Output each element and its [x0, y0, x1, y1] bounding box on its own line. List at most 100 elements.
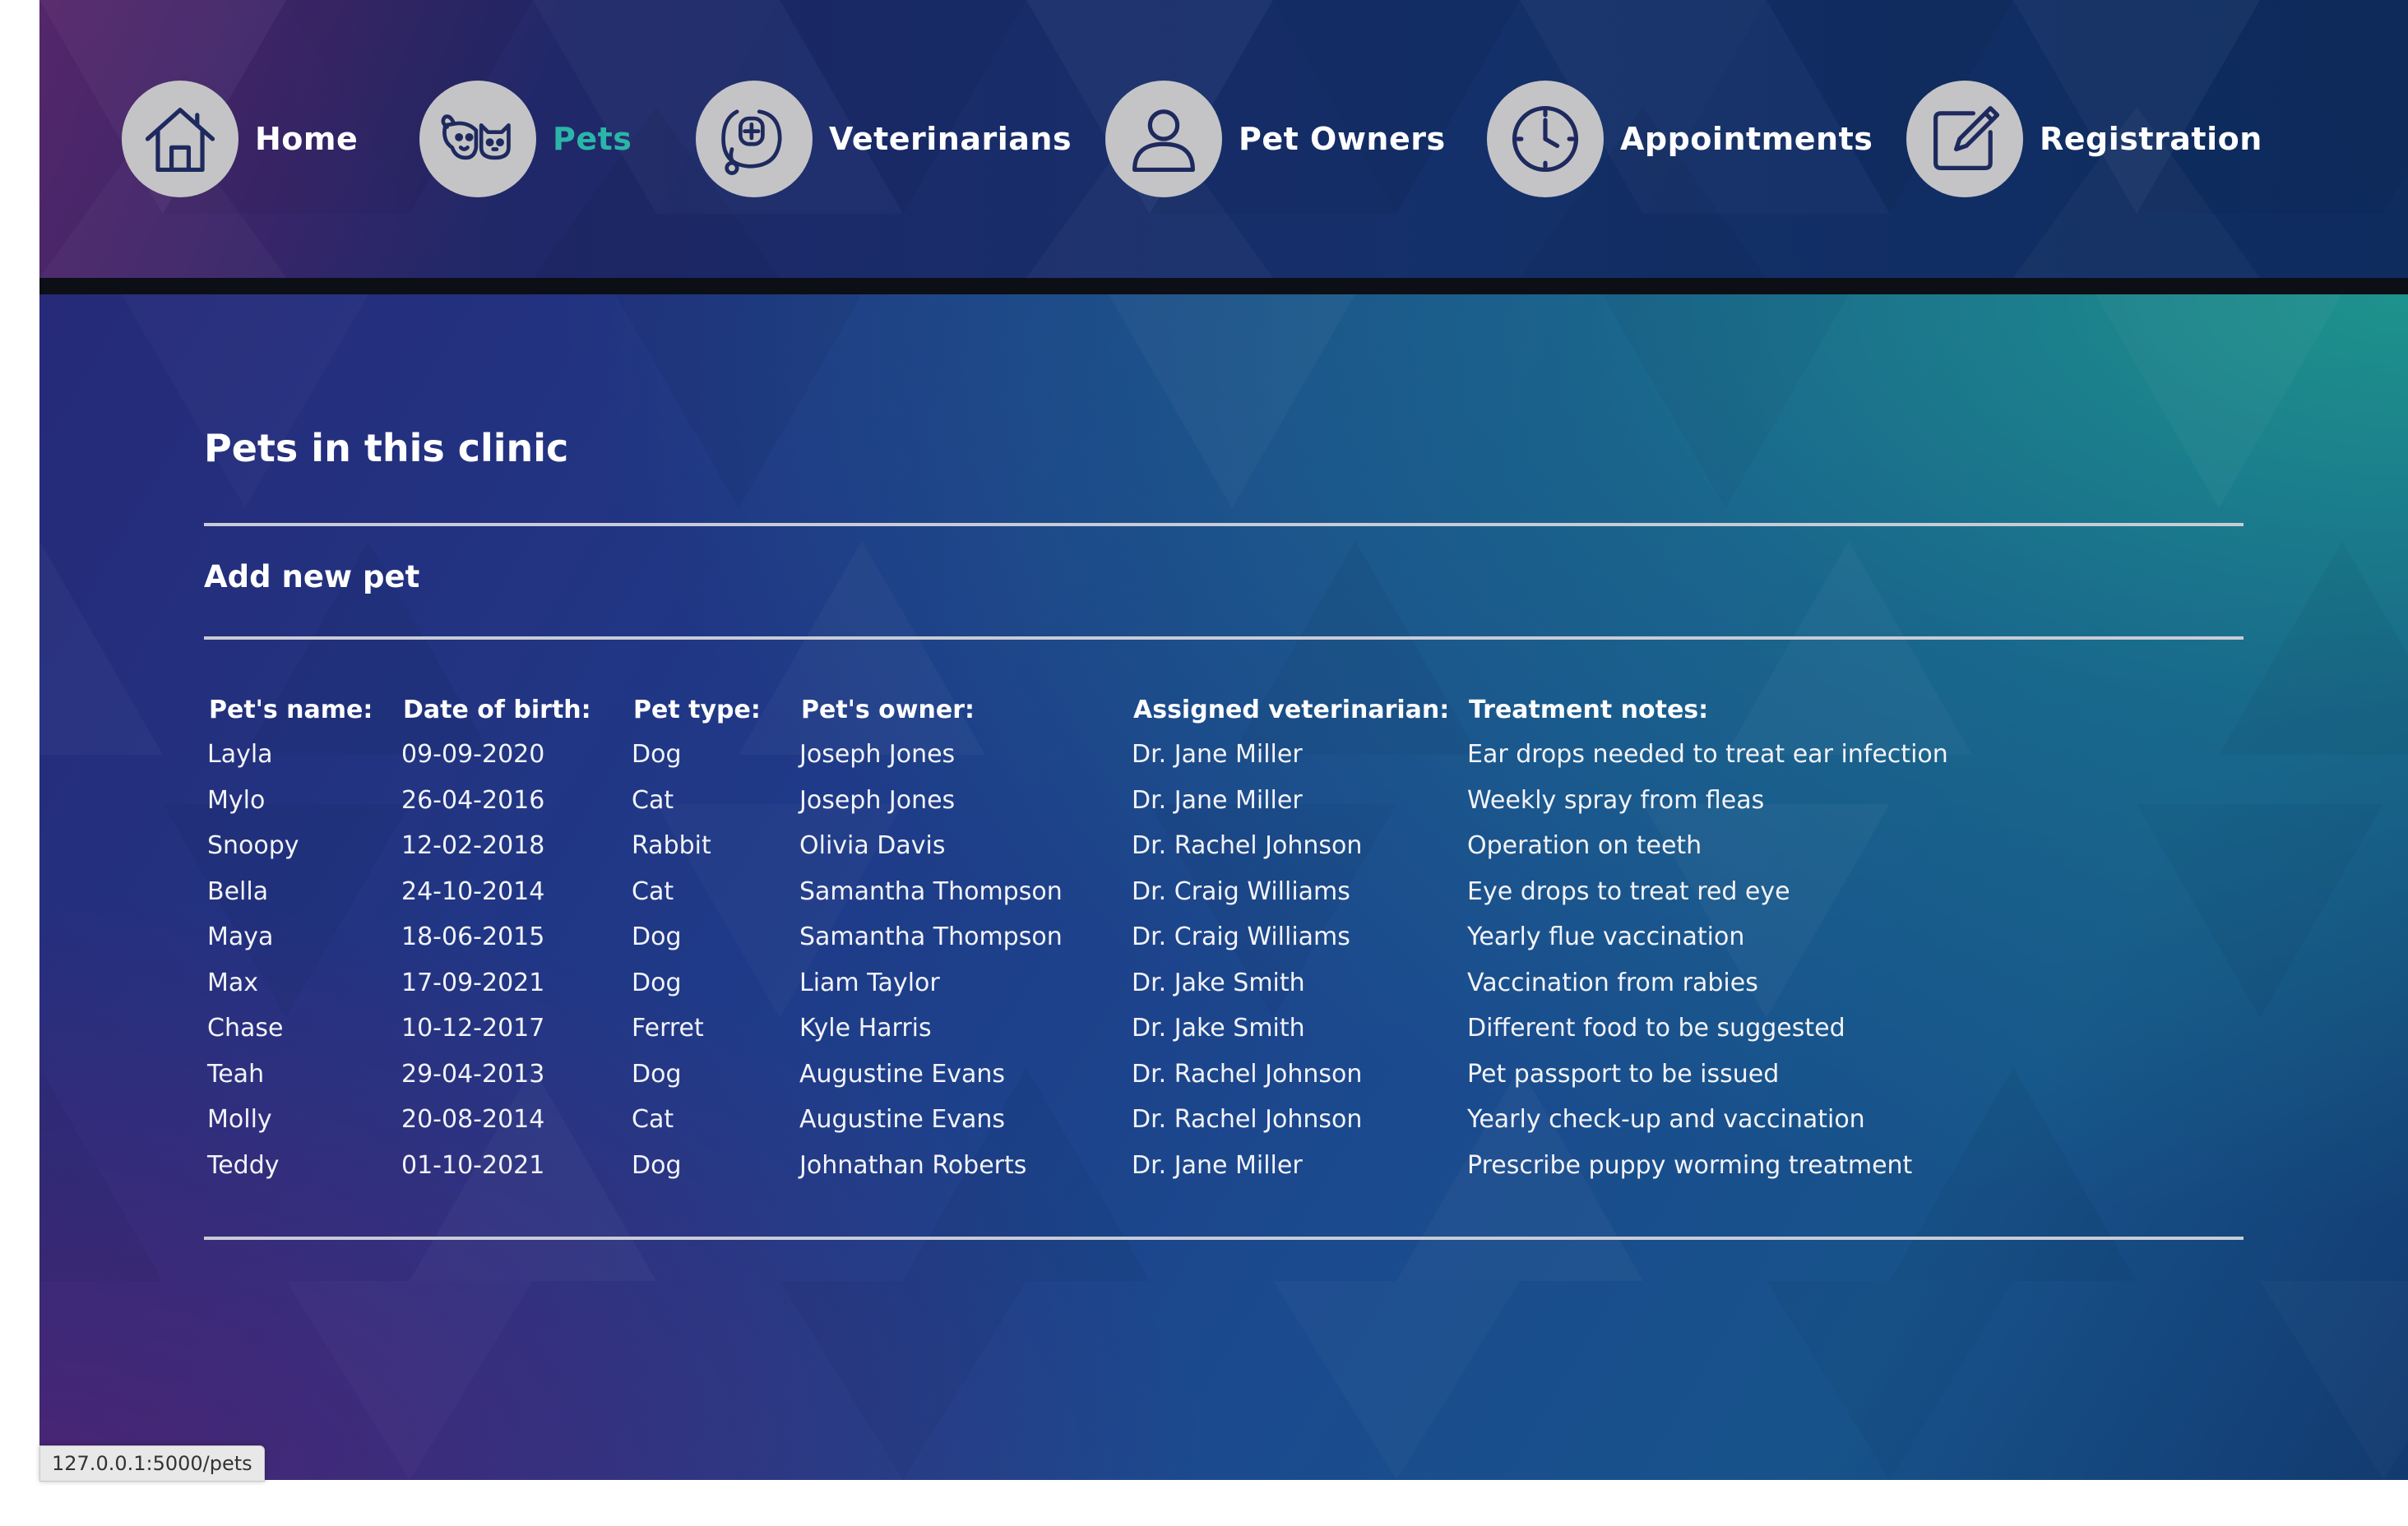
nav-item-registration[interactable]: Registration: [1906, 81, 2262, 197]
cell-pet-name: Teah: [207, 1059, 265, 1089]
edit-icon: [1906, 81, 2023, 197]
cell-pet-type: Cat: [632, 785, 674, 815]
cell-treatment-notes: Vaccination from rabies: [1467, 968, 1758, 997]
table-row: Bella 24-10-2014 Cat Samantha Thompson D…: [204, 869, 1995, 915]
nav-item-label: Registration: [2040, 121, 2262, 157]
nav-item-pet-owners[interactable]: Pet Owners: [1105, 81, 1446, 197]
divider: [204, 636, 2244, 640]
cell-owner: Kyle Harris: [799, 1014, 932, 1043]
cell-pet-name: Maya: [207, 923, 274, 952]
cell-veterinarian: Dr. Rachel Johnson: [1132, 1059, 1363, 1089]
cell-pet-type: Dog: [632, 1150, 682, 1180]
nav-item-label: Pets: [553, 121, 632, 157]
cell-pet-name: Teddy: [207, 1150, 280, 1180]
cell-veterinarian: Dr. Jake Smith: [1132, 1014, 1305, 1043]
table-row: Teddy 01-10-2021 Dog Johnathan Roberts D…: [204, 1143, 1995, 1189]
cell-treatment-notes: Prescribe puppy worming treatment: [1467, 1150, 1913, 1180]
stethoscope-icon: [696, 81, 813, 197]
cell-date-of-birth: 09-09-2020: [401, 740, 545, 770]
cell-owner: Augustine Evans: [799, 1105, 1006, 1135]
clock-icon: [1487, 81, 1604, 197]
nav-item-label: Home: [255, 121, 359, 157]
cell-veterinarian: Dr. Jane Miller: [1132, 740, 1303, 770]
cell-veterinarian: Dr. Jane Miller: [1132, 785, 1303, 815]
cell-pet-name: Layla: [207, 740, 273, 770]
table-row: Maya 18-06-2015 Dog Samantha Thompson Dr…: [204, 914, 1995, 960]
column-header: Pet's name:: [209, 695, 373, 724]
cell-treatment-notes: Yearly flue vaccination: [1467, 923, 1745, 952]
cell-pet-type: Dog: [632, 968, 682, 997]
cell-owner: Olivia Davis: [799, 831, 946, 861]
cell-owner: Liam Taylor: [799, 968, 940, 997]
page-title: Pets in this clinic: [204, 426, 569, 470]
cell-pet-type: Cat: [632, 876, 674, 906]
cell-date-of-birth: 18-06-2015: [401, 923, 545, 952]
table-row: Mylo 26-04-2016 Cat Joseph Jones Dr. Jan…: [204, 778, 1995, 824]
home-icon: [122, 81, 238, 197]
cell-pet-name: Max: [207, 968, 259, 997]
cell-veterinarian: Dr. Rachel Johnson: [1132, 1105, 1363, 1135]
cell-pet-name: Bella: [207, 876, 269, 906]
nav-item-pets[interactable]: Pets: [419, 81, 632, 197]
cell-date-of-birth: 26-04-2016: [401, 785, 545, 815]
cell-veterinarian: Dr. Rachel Johnson: [1132, 831, 1363, 861]
cell-date-of-birth: 12-02-2018: [401, 831, 545, 861]
divider: [204, 523, 2244, 526]
pets-icon: [419, 81, 536, 197]
cell-pet-type: Dog: [632, 740, 682, 770]
nav-item-appointments[interactable]: Appointments: [1487, 81, 1873, 197]
add-new-pet-link[interactable]: Add new pet: [204, 559, 419, 594]
header-divider: [39, 278, 2408, 294]
cell-pet-name: Chase: [207, 1014, 284, 1043]
site-header: Home Pets Veterinarians Pet Owners Appoi…: [39, 0, 2408, 278]
column-header: Pet's owner:: [801, 695, 975, 724]
table-row: Teah 29-04-2013 Dog Augustine Evans Dr. …: [204, 1052, 1995, 1098]
cell-date-of-birth: 10-12-2017: [401, 1014, 545, 1043]
cell-owner: Joseph Jones: [799, 785, 956, 815]
cell-treatment-notes: Eye drops to treat red eye: [1467, 876, 1790, 906]
table-row: Molly 20-08-2014 Cat Augustine Evans Dr.…: [204, 1097, 1995, 1143]
cell-veterinarian: Dr. Jane Miller: [1132, 1150, 1303, 1180]
cell-owner: Samantha Thompson: [799, 923, 1063, 952]
cell-veterinarian: Dr. Jake Smith: [1132, 968, 1305, 997]
table-row: Snoopy 12-02-2018 Rabbit Olivia Davis Dr…: [204, 823, 1995, 869]
nav-item-veterinarians[interactable]: Veterinarians: [696, 81, 1072, 197]
cell-pet-type: Cat: [632, 1105, 674, 1135]
cell-pet-type: Ferret: [632, 1014, 704, 1043]
cell-date-of-birth: 01-10-2021: [401, 1150, 545, 1180]
cell-date-of-birth: 20-08-2014: [401, 1105, 545, 1135]
column-header: Date of birth:: [403, 695, 591, 724]
cell-pet-type: Rabbit: [632, 831, 711, 861]
table-row: Chase 10-12-2017 Ferret Kyle Harris Dr. …: [204, 1006, 1995, 1052]
cell-pet-name: Snoopy: [207, 831, 299, 861]
cell-owner: Joseph Jones: [799, 740, 956, 770]
nav-item-label: Appointments: [1620, 121, 1873, 157]
nav-item-label: Veterinarians: [829, 121, 1072, 157]
column-header: Assigned veterinarian:: [1133, 695, 1450, 724]
pets-table: Pet's name: Date of birth: Pet type: Pet…: [204, 687, 1995, 1188]
cell-owner: Augustine Evans: [799, 1059, 1006, 1089]
cell-owner: Johnathan Roberts: [799, 1150, 1027, 1180]
cell-pet-type: Dog: [632, 923, 682, 952]
column-header: Treatment notes:: [1469, 695, 1709, 724]
column-header: Pet type:: [633, 695, 761, 724]
cell-pet-name: Mylo: [207, 785, 266, 815]
cell-pet-type: Dog: [632, 1059, 682, 1089]
table-row: Max 17-09-2021 Dog Liam Taylor Dr. Jake …: [204, 960, 1995, 1006]
cell-treatment-notes: Different food to be suggested: [1467, 1014, 1845, 1043]
cell-veterinarian: Dr. Craig Williams: [1132, 876, 1350, 906]
status-bar-url: 127.0.0.1:5000/pets: [39, 1445, 265, 1482]
cell-treatment-notes: Weekly spray from fleas: [1467, 785, 1765, 815]
divider: [204, 1237, 2244, 1240]
table-row: Layla 09-09-2020 Dog Joseph Jones Dr. Ja…: [204, 732, 1995, 778]
cell-veterinarian: Dr. Craig Williams: [1132, 923, 1350, 952]
cell-treatment-notes: Ear drops needed to treat ear infection: [1467, 740, 1948, 770]
nav-item-home[interactable]: Home: [122, 81, 358, 197]
table-header-row: Pet's name: Date of birth: Pet type: Pet…: [204, 687, 1995, 732]
cell-pet-name: Molly: [207, 1105, 272, 1135]
main-content: Pets in this clinic Add new pet Pet's na…: [39, 294, 2408, 1480]
cell-date-of-birth: 17-09-2021: [401, 968, 545, 997]
browser-viewport: Home Pets Veterinarians Pet Owners Appoi…: [39, 0, 2408, 1480]
cell-treatment-notes: Yearly check-up and vaccination: [1467, 1105, 1865, 1135]
cell-owner: Samantha Thompson: [799, 876, 1063, 906]
